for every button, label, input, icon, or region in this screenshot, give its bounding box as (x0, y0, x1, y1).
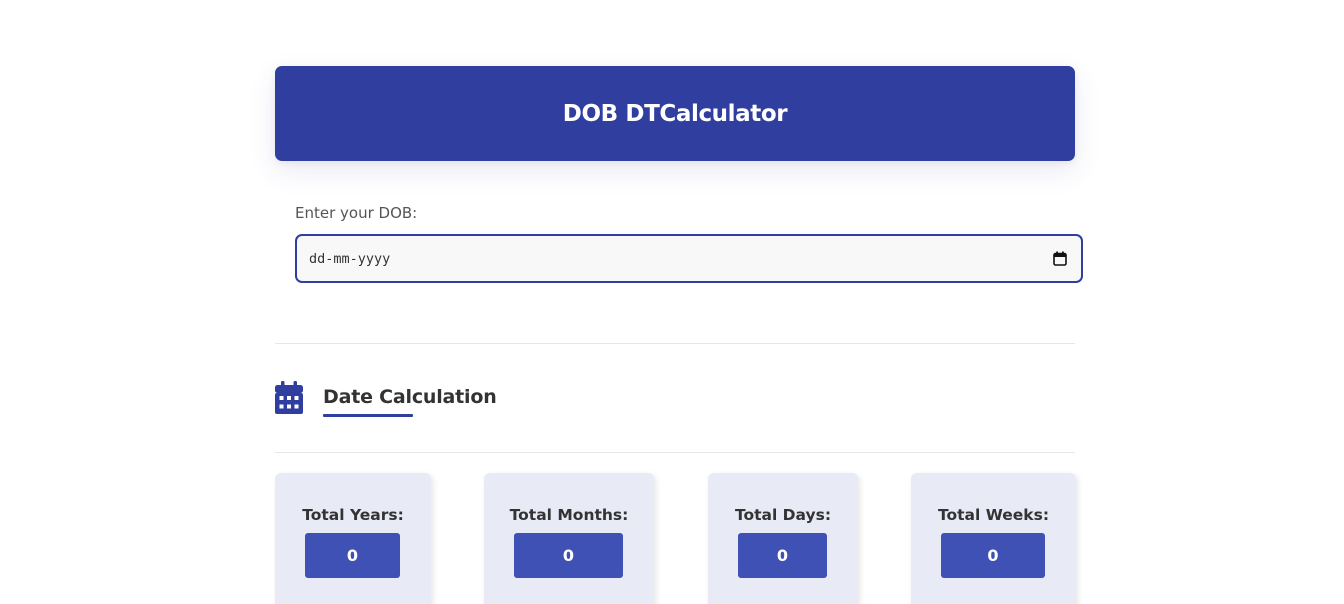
page: DOB DTCalculator Enter your DOB: Date Ca… (0, 0, 1344, 604)
total-years-label: Total Years: (302, 506, 404, 524)
calendar-icon[interactable] (1053, 251, 1067, 266)
total-years-value: 0 (305, 533, 400, 578)
total-months-value: 0 (514, 533, 623, 578)
dob-label: Enter your DOB: (295, 204, 418, 222)
dob-field[interactable] (295, 234, 1083, 283)
divider (275, 343, 1075, 344)
app-header: DOB DTCalculator (275, 66, 1075, 161)
calendar-icon (275, 381, 303, 414)
total-days-value: 0 (738, 533, 827, 578)
total-days-card: Total Days: 0 (708, 473, 858, 604)
total-weeks-card: Total Weeks: 0 (911, 473, 1076, 604)
total-weeks-value: 0 (941, 533, 1045, 578)
total-weeks-label: Total Weeks: (937, 506, 1050, 524)
total-years-card: Total Years: 0 (275, 473, 431, 604)
divider (275, 452, 1075, 453)
total-months-label: Total Months: (509, 506, 629, 524)
total-days-label: Total Days: (734, 506, 832, 524)
section-title-underline (323, 414, 413, 417)
total-months-card: Total Months: 0 (484, 473, 654, 604)
section-title: Date Calculation (323, 386, 497, 408)
app-title: DOB DTCalculator (562, 100, 788, 127)
dob-input[interactable] (297, 236, 1081, 281)
